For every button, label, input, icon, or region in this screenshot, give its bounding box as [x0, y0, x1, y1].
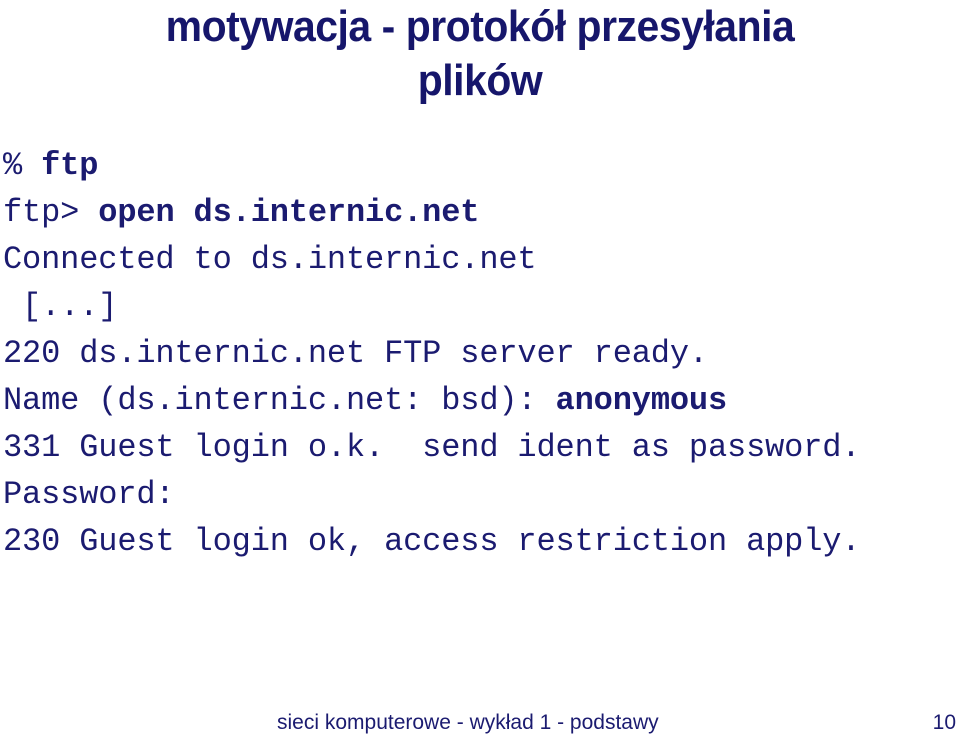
transcript-line-output: 220 ds.internic.net FTP server ready. [3, 335, 708, 372]
page-title-line-1: motywacja - protokół przesyłania [165, 2, 795, 51]
transcript-line: % ftp [3, 142, 959, 189]
transcript-line-output: Connected to ds.internic.net [3, 241, 537, 278]
page-title-line-2: plików [417, 56, 543, 105]
footer-course-label: sieci komputerowe - wykład 1 - podstawy [277, 711, 659, 734]
transcript-line: 331 Guest login o.k. send ident as passw… [3, 424, 959, 471]
transcript-line: 220 ds.internic.net FTP server ready. [3, 330, 959, 377]
transcript-line-output: ftp> [3, 194, 99, 231]
transcript-line-command: ftp [41, 147, 99, 184]
transcript-line: Connected to ds.internic.net [3, 236, 959, 283]
transcript-line-output: [...] [3, 288, 118, 325]
page-title: motywacja - protokół przesyłania plików [34, 0, 927, 108]
transcript-line-output: % [3, 147, 42, 184]
transcript-line: Name (ds.internic.net: bsd): anonymous [3, 377, 959, 424]
transcript-line-output: 230 Guest login ok, access restriction a… [3, 523, 861, 560]
transcript-line-command: anonymous [555, 382, 728, 419]
transcript-line: [...] [3, 283, 959, 330]
slide-footer: sieci komputerowe - wykład 1 - podstawy … [0, 706, 960, 740]
transcript-line-command: open ds.internic.net [98, 194, 480, 231]
ftp-session-transcript: % ftp ftp> open ds.internic.net Connected … [3, 142, 959, 565]
transcript-line: 230 Guest login ok, access restriction a… [3, 518, 959, 565]
transcript-line-output: Password: [3, 476, 175, 513]
transcript-line: ftp> open ds.internic.net [3, 189, 959, 236]
transcript-line-output: 331 Guest login o.k. send ident as passw… [3, 429, 861, 466]
transcript-line-output: Name (ds.internic.net: bsd): [3, 382, 556, 419]
footer-page-number: 10 [932, 711, 956, 734]
transcript-line: Password: [3, 471, 959, 518]
